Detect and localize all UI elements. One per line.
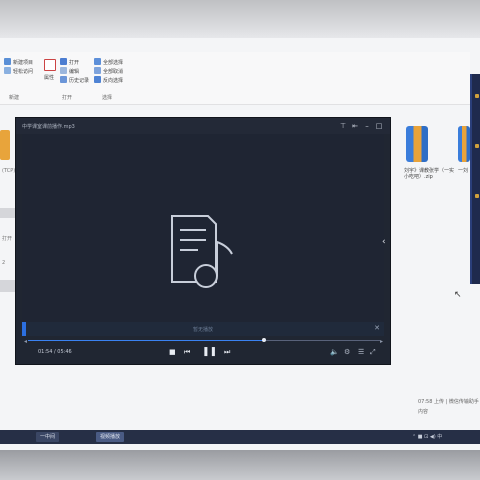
- zip-file-icon[interactable]: [458, 126, 470, 162]
- seek-left-icon[interactable]: ◂: [24, 338, 27, 345]
- group-label-select: 选择: [102, 95, 113, 101]
- new-item-icon[interactable]: [4, 58, 11, 65]
- panel-icon[interactable]: [475, 194, 479, 198]
- easy-access-button[interactable]: 轻松访问: [13, 68, 33, 75]
- mouse-cursor-icon: ↖: [454, 290, 462, 300]
- select-all-button[interactable]: 全部选择: [103, 59, 123, 66]
- left-label-3: 2: [2, 260, 6, 266]
- desktop-item[interactable]: [0, 208, 16, 218]
- close-strip-icon[interactable]: ✕: [374, 324, 380, 332]
- playlist-strip[interactable]: 暂无播放 ✕: [22, 322, 384, 336]
- zip-file-icon[interactable]: [406, 126, 428, 162]
- taskbar-item-player[interactable]: 视频播放: [96, 432, 125, 442]
- invert-selection-button[interactable]: 反向选择: [103, 77, 123, 84]
- open-button[interactable]: 打开: [69, 59, 79, 66]
- player-titlebar[interactable]: 中学课室课前播作.mp3 ⊤ ⇤ – □: [16, 118, 390, 134]
- taskbar: 一中间 视频播放 ⌃ ■ ⊡ ◀) 中: [0, 430, 480, 444]
- audio-file-icon: [171, 215, 233, 288]
- invert-selection-icon[interactable]: [94, 76, 101, 83]
- new-item-button[interactable]: 新建项目: [13, 59, 33, 66]
- video-display[interactable]: [22, 134, 384, 322]
- stop-icon[interactable]: ■: [169, 347, 176, 357]
- time-readout: 01:54 / 05:46: [38, 349, 72, 355]
- strip-accent: [22, 322, 26, 336]
- history-button[interactable]: 历史记录: [69, 77, 89, 84]
- next-icon[interactable]: ⏭: [224, 347, 230, 357]
- playlist-icon[interactable]: ☰: [358, 348, 364, 356]
- left-label-2: 打开: [2, 236, 13, 242]
- file-thumbnail[interactable]: [0, 130, 10, 160]
- system-tray[interactable]: ⌃ ■ ⊡ ◀) 中: [412, 433, 442, 440]
- group-label-new: 新建: [9, 95, 20, 101]
- select-none-icon[interactable]: [94, 67, 101, 74]
- select-none-button[interactable]: 全部取消: [103, 68, 123, 75]
- desktop-item[interactable]: [0, 280, 16, 292]
- player-title: 中学课室课前播作.mp3: [22, 124, 75, 130]
- seek-knob[interactable]: [261, 338, 266, 342]
- maximize-icon[interactable]: □: [374, 121, 384, 131]
- zip-file-caption[interactable]: 一刘: [458, 168, 468, 174]
- minimize-icon[interactable]: –: [362, 121, 372, 131]
- message-subtext: 内容: [418, 409, 429, 415]
- panel-icon[interactable]: [475, 94, 479, 98]
- zip-file-caption[interactable]: 刘宇》课教张学（一实 小吃吧）.zip: [404, 168, 454, 180]
- fullscreen-icon[interactable]: ⤢: [370, 348, 376, 357]
- taskbar-item-explorer[interactable]: 一中间: [36, 432, 60, 442]
- explorer-ribbon: 新建项目 轻松访问 属性 打开 编辑 历史记录 全部选择 全部取消 反向选择 新…: [0, 52, 470, 105]
- open-icon[interactable]: [60, 58, 67, 65]
- pin-icon[interactable]: ⊤: [338, 121, 348, 131]
- pause-icon[interactable]: ❚❚: [202, 347, 217, 357]
- message-preview[interactable]: 07:58 上传 | 微信传输助手: [418, 398, 479, 405]
- settings-icon[interactable]: ⚙: [344, 348, 350, 356]
- history-icon[interactable]: [60, 76, 67, 83]
- edit-icon[interactable]: [60, 67, 67, 74]
- monitor-bezel-bottom: [0, 450, 480, 480]
- now-playing-text: 暂无播放: [192, 327, 213, 333]
- left-label-1: (TCP): [2, 168, 16, 174]
- seek-progress: [28, 340, 264, 341]
- properties-icon[interactable]: [44, 59, 56, 71]
- properties-button[interactable]: 属性: [44, 74, 54, 81]
- collapse-arrow-icon[interactable]: ‹: [382, 237, 386, 247]
- group-label-open: 打开: [62, 95, 73, 101]
- volume-icon[interactable]: 🔈: [330, 348, 339, 356]
- minimize-mini-icon[interactable]: ⇤: [350, 121, 360, 131]
- previous-icon[interactable]: ⏮: [184, 347, 190, 357]
- player-controls: 01:54 / 05:46 ■ ⏮ ❚❚ ⏭ 🔈 ⚙ ☰ ⤢: [16, 346, 390, 364]
- edit-button[interactable]: 编辑: [69, 68, 79, 75]
- seek-right-icon[interactable]: ▸: [380, 338, 383, 345]
- side-chat-panel[interactable]: [470, 74, 480, 284]
- panel-icon[interactable]: [475, 144, 479, 148]
- media-player-window[interactable]: 中学课室课前播作.mp3 ⊤ ⇤ – □ 暂无播放 ✕ ◂ ▸ 01:54 / …: [16, 118, 390, 364]
- select-all-icon[interactable]: [94, 58, 101, 65]
- seek-bar[interactable]: [28, 338, 380, 342]
- easy-access-icon[interactable]: [4, 67, 11, 74]
- monitor-bezel-top: [0, 0, 480, 38]
